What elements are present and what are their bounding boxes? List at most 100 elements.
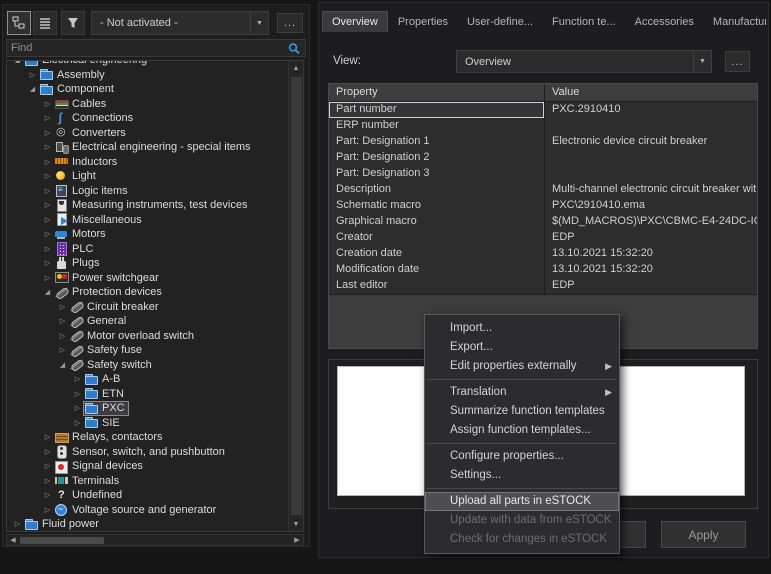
collapsed-arrow-icon[interactable]: ▷ — [42, 491, 53, 499]
tree-vscroll-thumb[interactable] — [291, 77, 302, 515]
chevron-down-icon[interactable]: ▼ — [250, 12, 268, 34]
tree-item-voltage-source-and-generator[interactable]: ▷Voltage source and generator — [7, 503, 288, 518]
property-cell[interactable]: Part: Designation 3 — [329, 166, 545, 182]
tree-item-body[interactable]: Assembly — [38, 67, 109, 82]
tree-item-fluid-power[interactable]: ▷Fluid power — [7, 517, 288, 531]
tree-item-general[interactable]: ▷General — [7, 314, 288, 329]
tree-item-body[interactable]: Power switchgear — [53, 270, 163, 285]
collapsed-arrow-icon[interactable]: ▷ — [42, 245, 53, 253]
tree-item-motor-overload-switch[interactable]: ▷Motor overload switch — [7, 329, 288, 344]
value-cell[interactable]: EDP — [545, 278, 757, 294]
expanded-arrow-icon[interactable]: ◢ — [27, 85, 38, 93]
tree-view-button[interactable] — [7, 11, 31, 35]
menu-item-export[interactable]: Export... — [425, 338, 619, 357]
table-row[interactable]: Modification date13.10.2021 15:32:20 — [329, 262, 757, 278]
collapsed-arrow-icon[interactable]: ▷ — [42, 158, 53, 166]
menu-item-upload-all-parts-in-estock[interactable]: Upload all parts in eSTOCK — [425, 492, 619, 511]
tree-item-body[interactable]: Motors — [53, 227, 110, 242]
collapsed-arrow-icon[interactable]: ▷ — [72, 390, 83, 398]
tree-item-body[interactable]: Plugs — [53, 256, 104, 271]
value-cell[interactable]: Multi-channel electronic circuit breaker… — [545, 182, 757, 198]
tree-hscroll-thumb[interactable] — [20, 537, 104, 544]
tree-item-body[interactable]: General — [68, 314, 130, 329]
table-row[interactable]: Creation date13.10.2021 15:32:20 — [329, 246, 757, 262]
table-row[interactable]: Schematic macroPXC\2910410.ema — [329, 198, 757, 214]
tree-item-signal-devices[interactable]: ▷Signal devices — [7, 459, 288, 474]
collapsed-arrow-icon[interactable]: ▷ — [42, 187, 53, 195]
tree-item-a-b[interactable]: ▷A-B — [7, 372, 288, 387]
value-cell[interactable]: EDP — [545, 230, 757, 246]
expanded-arrow-icon[interactable]: ◢ — [42, 288, 53, 296]
tree-item-protection-devices[interactable]: ◢Protection devices — [7, 285, 288, 300]
table-row[interactable]: Part: Designation 1Electronic device cir… — [329, 134, 757, 150]
tree-item-safety-switch[interactable]: ◢Safety switch — [7, 358, 288, 373]
tab-overview[interactable]: Overview — [322, 11, 388, 32]
collapsed-arrow-icon[interactable]: ▷ — [27, 71, 38, 79]
collapsed-arrow-icon[interactable]: ▷ — [57, 332, 68, 340]
tree-item-body[interactable]: Component — [38, 82, 118, 97]
property-cell[interactable]: Creation date — [329, 246, 545, 262]
tree-item-miscellaneous[interactable]: ▷Miscellaneous — [7, 213, 288, 228]
filter-button[interactable] — [61, 11, 85, 35]
menu-item-import[interactable]: Import... — [425, 319, 619, 338]
filter-more-button[interactable]: ... — [277, 13, 303, 33]
column-header-property[interactable]: Property — [329, 84, 545, 101]
tree-item-connections[interactable]: ▷Connections — [7, 111, 288, 126]
scroll-right-icon[interactable]: ▶ — [291, 535, 303, 545]
tree-item-sensor-switch-and-pushbutton[interactable]: ▷Sensor, switch, and pushbutton — [7, 445, 288, 460]
tree-item-body[interactable]: Electrical engineering - special items — [53, 140, 255, 155]
tree-item-plc[interactable]: ▷PLC — [7, 242, 288, 257]
menu-item-edit-properties-externally[interactable]: Edit properties externally▶ — [425, 357, 619, 376]
menu-item-assign-function-templates[interactable]: Assign function templates... — [425, 421, 619, 440]
property-cell[interactable]: ERP number — [329, 118, 545, 134]
tree-item-body[interactable]: Converters — [53, 125, 130, 140]
view-dropdown[interactable]: Overview ▼ — [456, 50, 712, 73]
collapsed-arrow-icon[interactable]: ▷ — [42, 477, 53, 485]
search-icon[interactable] — [287, 42, 305, 55]
tree-item-body[interactable]: Relays, contactors — [53, 430, 166, 445]
tree-item-body[interactable]: Measuring instruments, test devices — [53, 198, 251, 213]
tree-item-body[interactable]: Connections — [53, 111, 137, 126]
tab-accessories[interactable]: Accessories — [626, 12, 703, 32]
property-cell[interactable]: Schematic macro — [329, 198, 545, 214]
column-header-value[interactable]: Value — [545, 84, 757, 101]
expanded-arrow-icon[interactable]: ◢ — [12, 61, 23, 64]
apply-button[interactable]: Apply — [661, 521, 746, 548]
tree-item-body[interactable]: Miscellaneous — [53, 212, 146, 227]
scroll-up-icon[interactable]: ▲ — [289, 61, 303, 75]
tree-item-cables[interactable]: ▷Cables — [7, 97, 288, 112]
tree-item-power-switchgear[interactable]: ▷Power switchgear — [7, 271, 288, 286]
property-cell[interactable]: Creator — [329, 230, 545, 246]
tree-item-safety-fuse[interactable]: ▷Safety fuse — [7, 343, 288, 358]
tree-item-body[interactable]: Light — [53, 169, 100, 184]
tree-item-body[interactable]: Inductors — [53, 154, 121, 169]
value-cell[interactable]: PXC\2910410.ema — [545, 198, 757, 214]
tree-item-body[interactable]: Signal devices — [53, 459, 147, 474]
expanded-arrow-icon[interactable]: ◢ — [57, 361, 68, 369]
view-more-button[interactable]: ... — [725, 51, 750, 72]
table-row[interactable]: ERP number — [329, 118, 757, 134]
menu-item-configure-properties[interactable]: Configure properties... — [425, 447, 619, 466]
collapsed-arrow-icon[interactable]: ▷ — [57, 317, 68, 325]
collapsed-arrow-icon[interactable]: ▷ — [57, 346, 68, 354]
tree-item-terminals[interactable]: ▷Terminals — [7, 474, 288, 489]
collapsed-arrow-icon[interactable]: ▷ — [42, 274, 53, 282]
scroll-down-icon[interactable]: ▼ — [289, 517, 303, 531]
collapsed-arrow-icon[interactable]: ▷ — [42, 114, 53, 122]
tree-item-logic-items[interactable]: ▷Logic items — [7, 184, 288, 199]
filter-scheme-dropdown[interactable]: - Not activated - ▼ — [91, 11, 269, 35]
find-input[interactable] — [7, 42, 287, 54]
tree-item-body[interactable]: Protection devices — [53, 285, 166, 300]
scroll-left-icon[interactable]: ◀ — [7, 535, 19, 545]
menu-item-translation[interactable]: Translation▶ — [425, 383, 619, 402]
tree-item-pxc[interactable]: ▷PXC — [7, 401, 288, 416]
property-cell[interactable]: Last editor — [329, 278, 545, 294]
collapsed-arrow-icon[interactable]: ▷ — [42, 230, 53, 238]
tab-function-te[interactable]: Function te... — [543, 12, 625, 32]
collapsed-arrow-icon[interactable]: ▷ — [72, 375, 83, 383]
tab-user-define[interactable]: User-define... — [458, 12, 542, 32]
tree-item-body[interactable]: Circuit breaker — [68, 299, 163, 314]
collapsed-arrow-icon[interactable]: ▷ — [42, 462, 53, 470]
tree-item-body[interactable]: Logic items — [53, 183, 132, 198]
collapsed-arrow-icon[interactable]: ▷ — [57, 303, 68, 311]
